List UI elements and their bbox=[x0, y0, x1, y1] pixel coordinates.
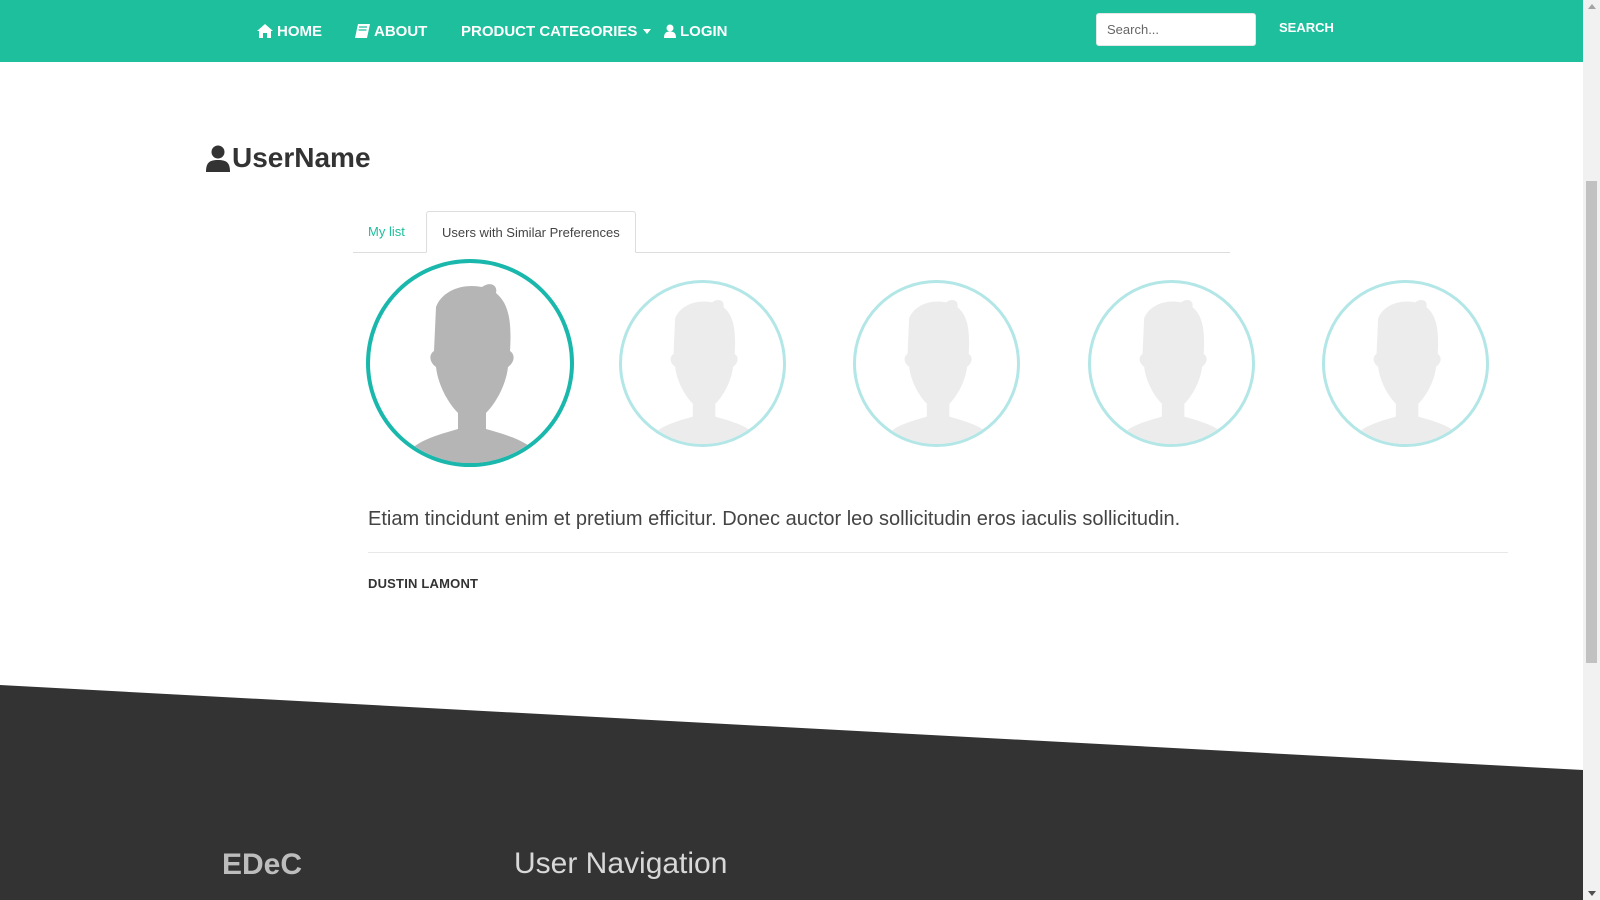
user-icon bbox=[206, 145, 230, 172]
top-navbar: HOME ABOUT PRODUCT CATEGORIES LOGIN SEAR… bbox=[0, 0, 1583, 62]
nav-home-link[interactable]: HOME bbox=[257, 20, 322, 42]
nav-home-label: HOME bbox=[277, 22, 322, 40]
footer-user-navigation-heading: User Navigation bbox=[514, 847, 728, 880]
footer-brand-logo[interactable]: EDeC bbox=[222, 848, 302, 882]
user-silhouette-icon bbox=[400, 284, 544, 463]
user-avatar[interactable] bbox=[1322, 280, 1489, 447]
home-icon bbox=[257, 24, 273, 38]
tab-my-list[interactable]: My list bbox=[353, 211, 420, 252]
user-silhouette-icon bbox=[880, 299, 997, 444]
user-avatar[interactable] bbox=[619, 280, 786, 447]
testimonial-quote: Etiam tincidunt enim et pretium efficitu… bbox=[368, 508, 1181, 530]
user-silhouette-icon bbox=[1349, 299, 1466, 444]
scrollbar-thumb[interactable] bbox=[1586, 181, 1597, 663]
user-avatar-active[interactable] bbox=[366, 259, 574, 467]
scroll-up-arrow-icon[interactable] bbox=[1588, 4, 1596, 9]
page-title: UserName bbox=[206, 142, 371, 174]
nav-about-label: ABOUT bbox=[374, 22, 428, 40]
testimonial-author: DUSTIN LAMONT bbox=[368, 576, 479, 591]
book-icon bbox=[355, 24, 370, 38]
nav-login-label: LOGIN bbox=[680, 22, 728, 40]
profile-tabs: My list Users with Similar Preferences bbox=[353, 211, 1230, 253]
testimonial-divider bbox=[368, 552, 1508, 553]
user-silhouette-icon bbox=[646, 299, 763, 444]
chevron-down-icon bbox=[643, 28, 652, 34]
page-scrollbar[interactable] bbox=[1583, 0, 1600, 900]
user-avatar[interactable] bbox=[853, 280, 1020, 447]
nav-login-link[interactable]: LOGIN bbox=[664, 20, 728, 42]
nav-product-categories-dropdown[interactable]: PRODUCT CATEGORIES bbox=[461, 20, 652, 42]
user-icon bbox=[664, 24, 676, 38]
page-title-text: UserName bbox=[232, 142, 371, 173]
search-button[interactable]: SEARCH bbox=[1279, 20, 1334, 35]
scroll-down-arrow-icon[interactable] bbox=[1588, 891, 1596, 896]
nav-product-categories-label: PRODUCT CATEGORIES bbox=[461, 22, 638, 40]
search-input[interactable] bbox=[1096, 13, 1256, 46]
nav-about-link[interactable]: ABOUT bbox=[355, 20, 427, 42]
user-avatar[interactable] bbox=[1088, 280, 1255, 447]
user-silhouette-icon bbox=[1115, 299, 1232, 444]
tab-similar-users[interactable]: Users with Similar Preferences bbox=[426, 211, 636, 253]
